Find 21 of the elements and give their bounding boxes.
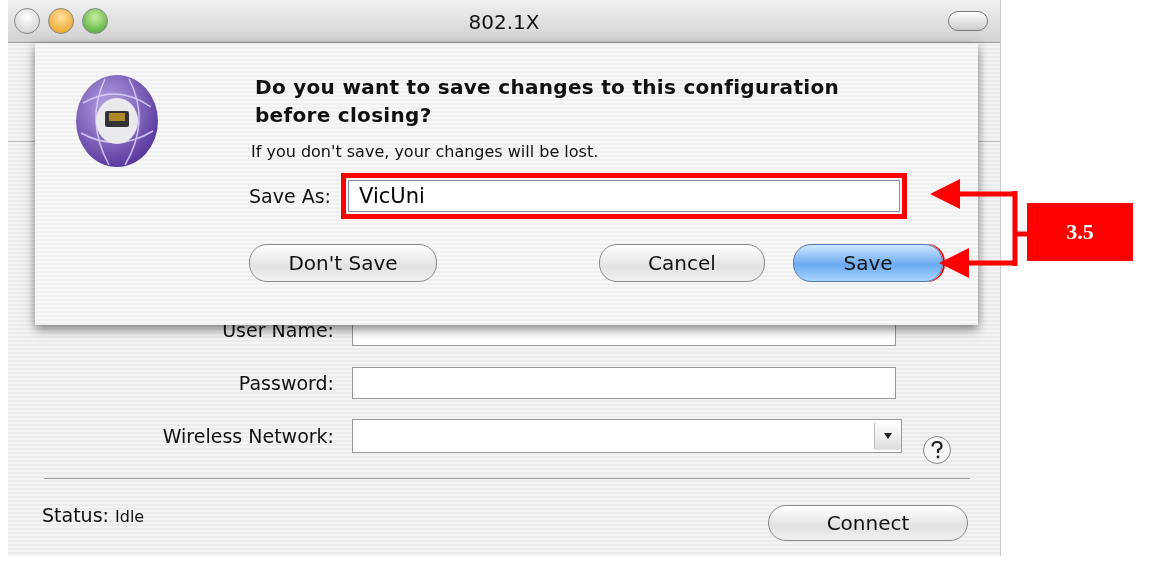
dialog-message: If you don't save, your changes will be lost.: [251, 142, 600, 161]
help-button[interactable]: [922, 435, 952, 465]
zoom-button[interactable]: [82, 8, 108, 34]
text-field[interactable]: [352, 367, 896, 399]
cancel-button[interactable]: Cancel: [599, 244, 765, 282]
field-label: User Name:: [221, 319, 335, 341]
minimize-button[interactable]: [48, 8, 74, 34]
status-text: Status: Idle: [42, 504, 145, 526]
field-label: Wireless Network:: [161, 425, 335, 447]
window-title: 802.1X: [467, 10, 541, 34]
connect-button[interactable]: Connect: [768, 505, 968, 541]
close-button[interactable]: [14, 8, 40, 34]
step-label: 3.5: [1027, 203, 1133, 261]
dialog-heading: Do you want to save changes to this configuration before closing?: [255, 74, 840, 129]
network-globe-icon: [75, 73, 159, 169]
dont-save-button[interactable]: Don't Save: [249, 244, 437, 282]
save-as-field[interactable]: VicUni: [348, 180, 900, 212]
save-button[interactable]: Save: [793, 244, 943, 282]
toolbar-toggle-button[interactable]: [948, 11, 988, 31]
save-as-label: Save As:: [249, 185, 331, 207]
field-label: Password:: [237, 372, 335, 394]
